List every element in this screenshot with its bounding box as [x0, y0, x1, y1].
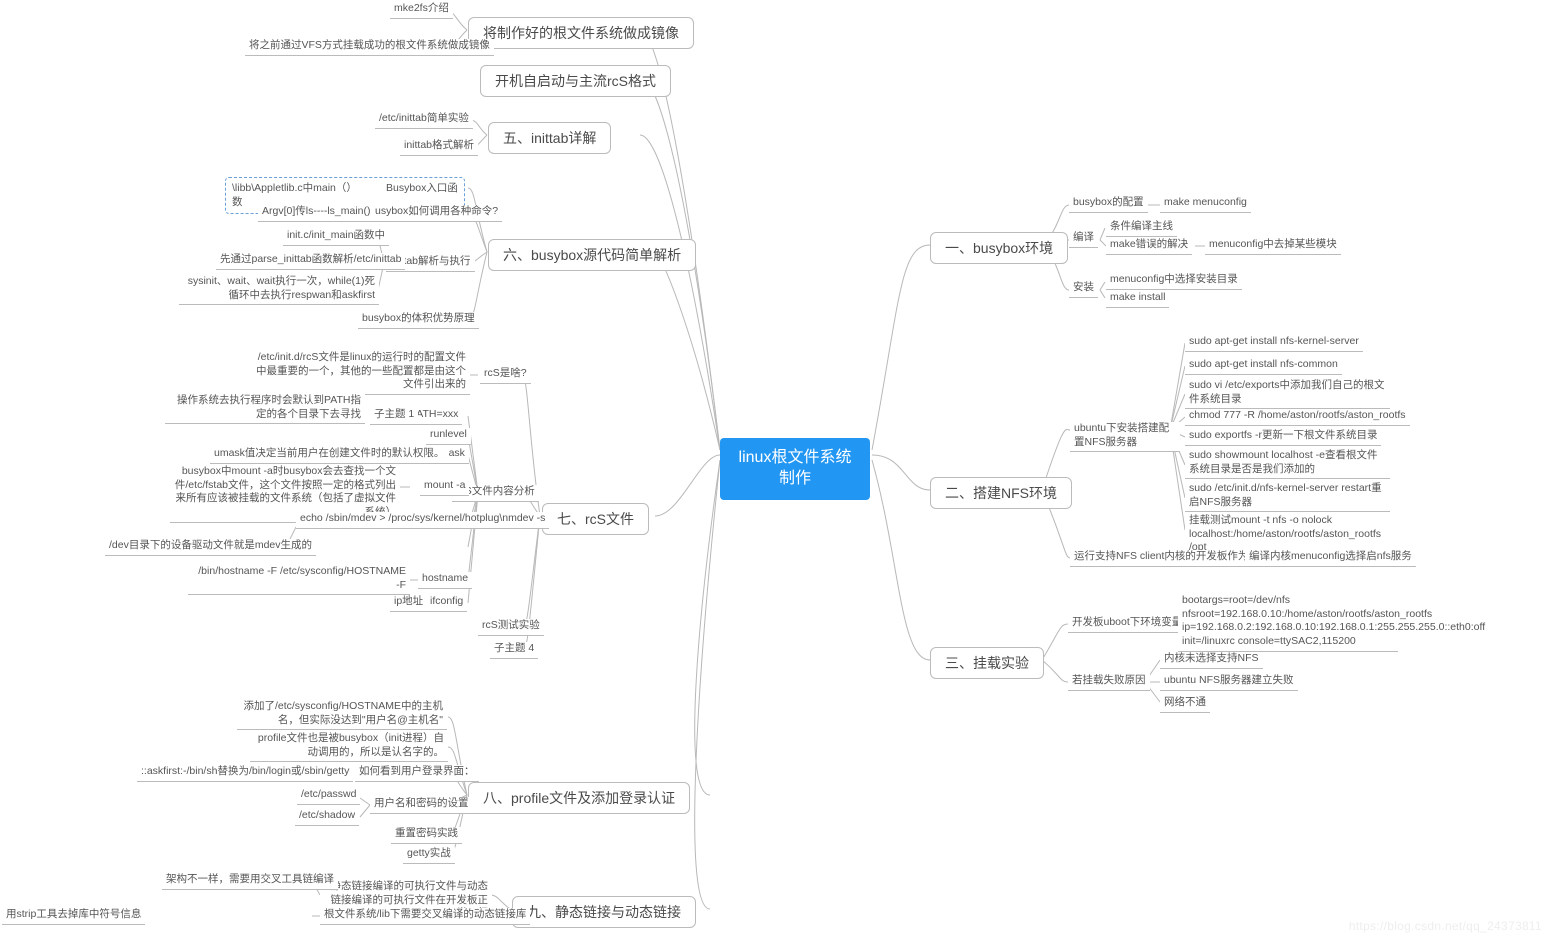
- sub-l6-a[interactable]: /etc/inittab简单实验: [375, 112, 473, 129]
- root-node[interactable]: linux根文件系统制作: [720, 438, 870, 500]
- branch-img[interactable]: 将制作好的根文件系统做成镜像: [468, 17, 694, 49]
- sub-l9-e[interactable]: 重置密码实践: [391, 827, 462, 844]
- sub-b2-b1[interactable]: 编译内核menuconfig选择启nfs服务: [1245, 550, 1416, 567]
- branch-mount-exp[interactable]: 三、挂载实验: [930, 647, 1044, 679]
- sub-l8-b6d[interactable]: /bin/hostname -F /etc/sysconfig/HOSTNAME…: [188, 565, 410, 595]
- sub-l8-b7[interactable]: ifconfig: [426, 595, 467, 612]
- sub-l8-a1[interactable]: /etc/init.d/rcS文件是linux的运行时的配置文件中最重要的一个，…: [245, 351, 470, 395]
- sub-b3-b1[interactable]: 内核未选择支持NFS: [1160, 652, 1263, 669]
- branch-autostart[interactable]: 开机自启动与主流rcS格式: [480, 65, 671, 97]
- sub-l7-b[interactable]: Busybox如何调用各种命令?: [364, 205, 502, 222]
- sub-b2-a3[interactable]: sudo vi /etc/exports中添加我们自己的根文件系统目录: [1185, 379, 1390, 409]
- sub-b2-a5[interactable]: sudo exportfs -r更新一下根文件系统目录: [1185, 429, 1381, 446]
- sub-l4-b[interactable]: 将之前通过VFS方式挂载成功的根文件系统做成镜像: [245, 39, 494, 56]
- sub-l7-c2[interactable]: 先通过parse_inittab函数解析/etc/inittab: [216, 253, 405, 270]
- sub-l10-b1[interactable]: 用strip工具去掉库中符号信息: [2, 908, 145, 925]
- sub-b3-bootargs[interactable]: bootargs=root=/dev/nfs nfsroot=192.168.0…: [1178, 594, 1398, 652]
- sub-l7-c3[interactable]: sysinit、wait、wait执行一次，while(1)死循环中去执行res…: [179, 275, 379, 305]
- branch-busybox-env[interactable]: 一、busybox环境: [930, 232, 1068, 264]
- sub-l8-b2[interactable]: runlevel: [426, 428, 471, 445]
- sub-b3-fail[interactable]: 若挂载失败原因: [1068, 674, 1150, 691]
- branch-profile[interactable]: 八、profile文件及添加登录认证: [468, 782, 690, 814]
- sub-l9-b[interactable]: profile文件也是被busybox（init进程）自动调用的，所以是认名字的…: [250, 732, 448, 762]
- sub-b1-compile1[interactable]: 条件编译主线: [1106, 220, 1177, 237]
- sub-b1-cfg[interactable]: busybox的配置: [1069, 196, 1148, 213]
- sub-b1-install1[interactable]: menuconfig中选择安装目录: [1106, 273, 1242, 290]
- sub-b1-install2[interactable]: make install: [1106, 291, 1169, 308]
- sub-b1-install[interactable]: 安装: [1069, 281, 1098, 298]
- sub-l8-b5[interactable]: echo /sbin/mdev > /proc/sys/kernel/hotpl…: [296, 512, 549, 529]
- sub-b1-cfg-detail[interactable]: make menuconfig: [1160, 196, 1251, 213]
- sub-b1-compile[interactable]: 编译: [1069, 231, 1098, 248]
- sub-l9-f[interactable]: getty实战: [403, 847, 455, 864]
- sub-b1-compile2d[interactable]: menuconfig中去掉某些模块: [1205, 238, 1341, 255]
- sub-b2-ubuntu[interactable]: ubuntu下安装搭建配置NFS服务器: [1070, 422, 1180, 452]
- sub-l8-b7d[interactable]: ip地址: [390, 595, 427, 612]
- sub-l7-b1[interactable]: Argv[0]传ls----ls_main(): [258, 205, 375, 222]
- branch-inittab[interactable]: 五、inittab详解: [488, 122, 611, 154]
- sub-l7-c1[interactable]: init.c/init_main函数中: [283, 229, 389, 246]
- sub-l9-c[interactable]: 如何看到用户登录界面：: [355, 765, 479, 782]
- sub-l9-a[interactable]: 添加了/etc/sysconfig/HOSTNAME中的主机名，但实际没达到"用…: [237, 700, 447, 730]
- sub-l10-b[interactable]: 根文件系统/lib下需要交叉编译的动态链接库: [320, 908, 530, 925]
- sub-b2-a6[interactable]: sudo showmount localhost -e查看根文件系统目录是否是我…: [1185, 449, 1390, 479]
- sub-b2-a4[interactable]: chmod 777 -R /home/aston/rootfs/aston_ro…: [1185, 409, 1410, 426]
- sub-l9-d[interactable]: 用户名和密码的设置: [370, 797, 473, 814]
- sub-l8-b1d[interactable]: 操作系统去执行程序时会默认到PATH指定的各个目录下去寻找: [165, 394, 365, 424]
- branch-linking[interactable]: 九、静态链接与动态链接: [512, 896, 696, 928]
- sub-l8-b3d[interactable]: umask值决定当前用户在创建文件时的默认权限。: [210, 447, 448, 464]
- branch-busybox-src[interactable]: 六、busybox源代码简单解析: [488, 239, 696, 271]
- sub-l9-d1[interactable]: /etc/passwd: [297, 788, 360, 805]
- sub-l9-d2[interactable]: /etc/shadow: [295, 809, 359, 826]
- sub-b2-a1[interactable]: sudo apt-get install nfs-kernel-server: [1185, 335, 1363, 352]
- branch-rcs[interactable]: 七、rcS文件: [542, 503, 649, 535]
- sub-b2-a2[interactable]: sudo apt-get install nfs-common: [1185, 358, 1342, 375]
- sub-b3-b2[interactable]: ubuntu NFS服务器建立失败: [1160, 674, 1298, 691]
- sub-b1-compile2[interactable]: make错误的解决: [1106, 238, 1192, 255]
- branch-nfs-env[interactable]: 二、搭建NFS环境: [930, 477, 1072, 509]
- sub-l7-d[interactable]: busybox的体积优势原理: [358, 312, 479, 329]
- sub-l8-b5d[interactable]: /dev目录下的设备驱动文件就是mdev生成的: [105, 539, 316, 556]
- sub-b2-a7[interactable]: sudo /etc/init.d/nfs-kernel-server resta…: [1185, 482, 1390, 512]
- sub-b3-b3[interactable]: 网络不通: [1160, 696, 1210, 713]
- sub-l8-d[interactable]: 子主题 4: [490, 642, 538, 659]
- sub-l8-a[interactable]: rcS是啥?: [480, 367, 531, 384]
- watermark: https://blog.csdn.net/qq_24373811: [1349, 919, 1542, 933]
- sub-l8-b6[interactable]: hostname: [418, 572, 472, 589]
- sub-l8-b4[interactable]: mount -a: [420, 479, 469, 496]
- sub-l8-b1-topic[interactable]: 子主题 1: [370, 408, 418, 425]
- sub-l4-a[interactable]: mke2fs介绍: [390, 2, 453, 19]
- sub-l10-a1[interactable]: 架构不一样，需要用交叉工具链编译: [162, 873, 338, 890]
- sub-l9-c1[interactable]: ::askfirst:-/bin/sh替换为/bin/login或/sbin/g…: [137, 765, 353, 782]
- sub-l8-c[interactable]: rcS测试实验: [478, 619, 544, 636]
- sub-l6-b[interactable]: inittab格式解析: [400, 139, 478, 156]
